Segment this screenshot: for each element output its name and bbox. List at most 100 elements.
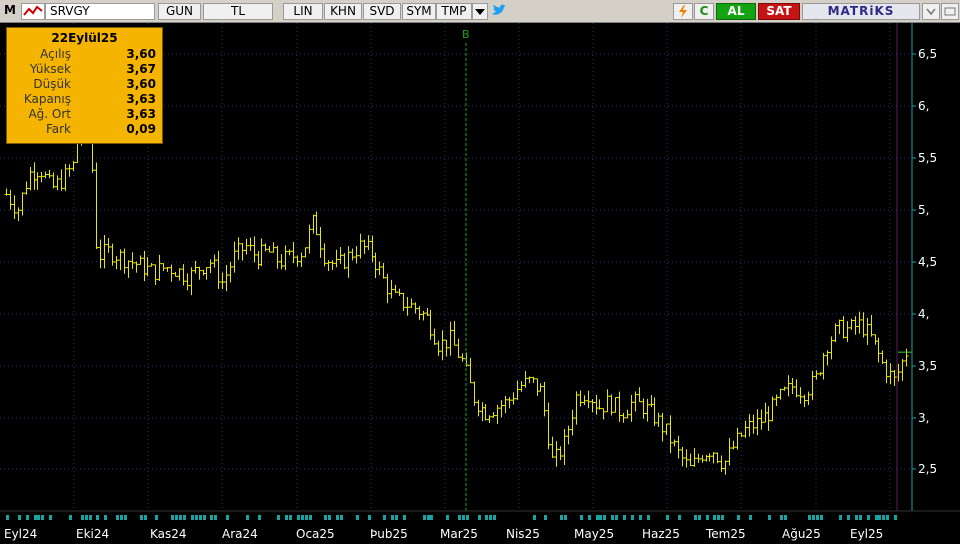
x-tick (191, 515, 194, 520)
x-tick (430, 515, 433, 520)
ohlc-bar (814, 370, 819, 380)
ohlc-bar (114, 256, 119, 270)
x-tick (816, 515, 819, 520)
x-tick (839, 515, 842, 520)
period-button[interactable]: GUN (158, 3, 201, 20)
x-tick (305, 515, 308, 520)
khn-button[interactable]: KHN (324, 3, 362, 20)
ohlc-bar (212, 254, 217, 268)
x-tick (104, 515, 107, 520)
x-tick (340, 515, 343, 520)
x-tick (246, 515, 249, 520)
caret-down-icon[interactable] (472, 3, 488, 20)
x-tick (427, 515, 430, 520)
event-marker: B (462, 28, 470, 511)
ohlc-bar (71, 161, 76, 172)
x-tick (89, 515, 92, 520)
ohlc-bar (287, 249, 292, 256)
currency-button[interactable]: TL (203, 3, 273, 20)
ohlc-bar (468, 357, 473, 384)
x-tick (458, 515, 461, 520)
svd-button[interactable]: SVD (363, 3, 401, 20)
ohlc-bar (8, 189, 13, 210)
ohlc-bar (240, 243, 245, 261)
refresh-button[interactable]: C (694, 3, 714, 20)
ohlc-bar (248, 237, 253, 251)
ohlc-bar (362, 239, 367, 255)
info-label: Düşük (33, 77, 71, 91)
ohlc-bar (491, 412, 496, 418)
ohlc-bar (20, 192, 25, 216)
ohlc-bar (291, 242, 296, 264)
ohlc-bar (743, 420, 748, 438)
ohlc-bar (873, 334, 878, 345)
ohlc-bar (806, 391, 811, 406)
menu-m-button[interactable]: M (1, 3, 19, 20)
x-tick (717, 515, 720, 520)
y-tick-label: 2,5 (918, 462, 937, 476)
ohlc-bar (499, 400, 504, 418)
ohlc-bar (204, 267, 209, 280)
x-tick (69, 515, 72, 520)
ohlc-bar (153, 264, 158, 286)
ohlc-bar (381, 262, 386, 279)
ohlc-bar (759, 409, 764, 430)
ohlc-bar (263, 243, 268, 252)
sym-button[interactable]: SYM (402, 3, 436, 20)
x-tick (328, 515, 331, 520)
ohlc-bar (314, 211, 319, 236)
y-tick-label: 4, (918, 307, 929, 321)
ohlc-bar (833, 323, 838, 343)
ohlc-bar (397, 288, 402, 297)
ohlc-bar (236, 237, 241, 260)
ohlc-bar (570, 409, 575, 436)
ohlc-bar (747, 414, 752, 437)
buy-button[interactable]: AL (716, 3, 756, 20)
ohlc-bar (558, 446, 563, 461)
x-tick-label: Eyl24 (4, 527, 37, 541)
sell-button[interactable]: SAT (758, 3, 800, 20)
linear-scale-button[interactable]: LIN (283, 3, 323, 20)
x-tick (368, 515, 371, 520)
y-tick-label: 3,5 (918, 359, 937, 373)
ohlc-bar (566, 425, 571, 445)
y-tick-label: 6,5 (918, 47, 937, 61)
ohlc-bar (798, 387, 803, 404)
settings-icon[interactable] (941, 3, 959, 20)
flash-icon[interactable] (673, 3, 693, 20)
ohlc-bar (295, 255, 300, 267)
twitter-icon[interactable] (489, 3, 509, 20)
symbol-input[interactable]: SRVGY (45, 3, 155, 20)
ohlc-bar (130, 252, 135, 269)
x-tick (544, 515, 547, 520)
ohlc-bar (165, 267, 170, 272)
ohlc-bar (456, 338, 461, 358)
info-label: Fark (45, 122, 71, 136)
ohlc-bar (322, 243, 327, 267)
x-tick (120, 515, 123, 520)
x-tick (210, 515, 213, 520)
x-tick (18, 515, 21, 520)
ohlc-bar (609, 394, 614, 416)
x-tick (855, 515, 858, 520)
ohlc-bar (39, 171, 44, 183)
ohlc-bar (216, 250, 221, 289)
ohlc-bar (197, 266, 202, 280)
chart-type-icon[interactable] (21, 3, 45, 20)
ohlc-bar (688, 453, 693, 467)
ohlc-bar (637, 387, 642, 403)
ohlc-bar (538, 383, 543, 392)
x-tick-label: May25 (574, 527, 614, 541)
x-tick-label: Eki24 (76, 527, 109, 541)
chevron-icon[interactable] (922, 3, 940, 20)
ohlc-bar (700, 455, 705, 463)
ohlc-bar (334, 249, 339, 268)
x-tick (258, 515, 261, 520)
ohlc-bar (845, 321, 850, 342)
x-tick (694, 515, 697, 520)
x-tick (678, 515, 681, 520)
ohlc-bar (613, 397, 618, 413)
ohlc-bar (770, 396, 775, 422)
x-tick (423, 515, 426, 520)
tmp-button[interactable]: TMP (436, 3, 472, 20)
